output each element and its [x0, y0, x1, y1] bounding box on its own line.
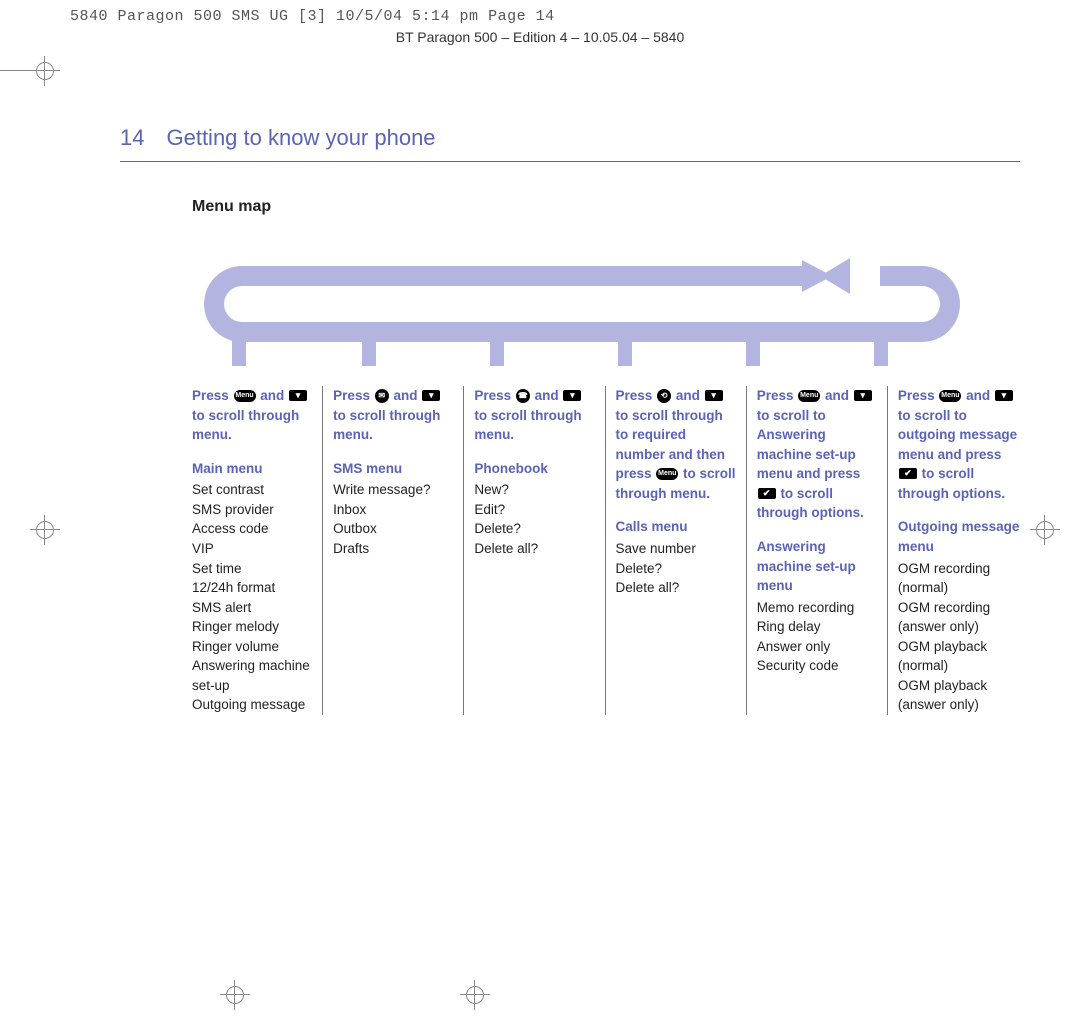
menu-column: Press and to scroll through menu. Main me…	[192, 386, 323, 715]
column-items: OGM recording (normal)OGM recording (ans…	[898, 559, 1020, 716]
edition-line: BT Paragon 500 – Edition 4 – 10.05.04 – …	[0, 29, 1080, 45]
menu-item: Answer only	[757, 637, 879, 657]
confirm-icon	[899, 468, 917, 479]
scroll-down-icon	[563, 390, 581, 401]
registration-mark	[460, 980, 490, 1010]
registration-mark	[1030, 515, 1060, 545]
menu-item: Delete all?	[474, 539, 596, 559]
menu-item: VIP	[192, 539, 314, 559]
column-instruction: Press and to scroll through to required …	[616, 386, 738, 503]
menu-item: Delete?	[616, 559, 738, 579]
menu-item: Ring delay	[757, 617, 879, 637]
menu-item: SMS alert	[192, 598, 314, 618]
scroll-down-icon	[854, 390, 872, 401]
registration-mark	[220, 980, 250, 1010]
scroll-down-icon	[705, 390, 723, 401]
column-menu-name: Answering machine set-up menu	[757, 537, 879, 596]
menu-item: Delete all?	[616, 578, 738, 598]
menu-item: Answering machine set-up	[192, 656, 314, 695]
menu-item: OGM playback (answer only)	[898, 676, 1020, 715]
menu-column: Press and to scroll to outgoing message …	[888, 386, 1020, 715]
menu-item: Edit?	[474, 500, 596, 520]
column-menu-name: Main menu	[192, 459, 314, 479]
menu-button-icon	[939, 390, 961, 402]
column-menu-name: Outgoing message menu	[898, 517, 1020, 556]
phonebook-button-icon	[516, 389, 530, 403]
column-instruction: Press and to scroll through menu.	[474, 386, 596, 445]
menu-item: Drafts	[333, 539, 455, 559]
menu-item: Save number	[616, 539, 738, 559]
menu-item: 12/24h format	[192, 578, 314, 598]
confirm-icon	[758, 488, 776, 499]
menu-item: Set contrast	[192, 480, 314, 500]
menu-item: SMS provider	[192, 500, 314, 520]
column-menu-name: Calls menu	[616, 517, 738, 537]
menu-columns: Press and to scroll through menu. Main me…	[192, 386, 1020, 715]
page-number: 14	[120, 125, 144, 151]
menu-column: Press and to scroll through to required …	[606, 386, 747, 715]
column-menu-name: SMS menu	[333, 459, 455, 479]
menu-item: OGM recording (normal)	[898, 559, 1020, 598]
menu-item: Outbox	[333, 519, 455, 539]
menu-item: Ringer volume	[192, 637, 314, 657]
calls-button-icon	[657, 389, 671, 403]
column-instruction: Press and to scroll to outgoing message …	[898, 386, 1020, 503]
column-items: Save numberDelete?Delete all?	[616, 539, 738, 598]
column-instruction: Press and to scroll through menu.	[333, 386, 455, 445]
menu-item: Write message?	[333, 480, 455, 500]
column-items: Memo recordingRing delayAnswer onlySecur…	[757, 598, 879, 676]
scroll-down-icon	[289, 390, 307, 401]
menu-button-icon	[234, 390, 256, 402]
running-header: 14 Getting to know your phone	[120, 125, 1020, 162]
menu-item: Inbox	[333, 500, 455, 520]
column-items: Write message?InboxOutboxDrafts	[333, 480, 455, 558]
menu-column: Press and to scroll through menu. SMS men…	[323, 386, 464, 715]
page-title: Getting to know your phone	[166, 125, 435, 151]
column-items: Set contrastSMS providerAccess codeVIPSe…	[192, 480, 314, 715]
menu-item: Security code	[757, 656, 879, 676]
menu-item: Set time	[192, 559, 314, 579]
menu-item: Delete?	[474, 519, 596, 539]
column-instruction: Press and to scroll to Answering machine…	[757, 386, 879, 523]
scroll-down-icon	[995, 390, 1013, 401]
menu-item: Memo recording	[757, 598, 879, 618]
menu-item: OGM recording (answer only)	[898, 598, 1020, 637]
menu-button-icon	[656, 468, 678, 480]
column-instruction: Press and to scroll through menu.	[192, 386, 314, 445]
print-slug: 5840 Paragon 500 SMS UG [3] 10/5/04 5:14…	[0, 0, 1080, 25]
sms-button-icon	[375, 389, 389, 403]
scroll-down-icon	[422, 390, 440, 401]
menu-item: OGM playback (normal)	[898, 637, 1020, 676]
menu-button-icon	[798, 390, 820, 402]
menu-column: Press and to scroll to Answering machine…	[747, 386, 888, 715]
menu-item: Outgoing message	[192, 695, 314, 715]
column-menu-name: Phonebook	[474, 459, 596, 479]
menu-item: Access code	[192, 519, 314, 539]
registration-mark	[30, 515, 60, 545]
column-items: New?Edit?Delete?Delete all?	[474, 480, 596, 558]
menu-item: Ringer melody	[192, 617, 314, 637]
section-title: Menu map	[192, 198, 1020, 216]
menu-item: New?	[474, 480, 596, 500]
menu-loop-arrow	[192, 246, 1000, 366]
menu-column: Press and to scroll through menu. Phonebo…	[464, 386, 605, 715]
